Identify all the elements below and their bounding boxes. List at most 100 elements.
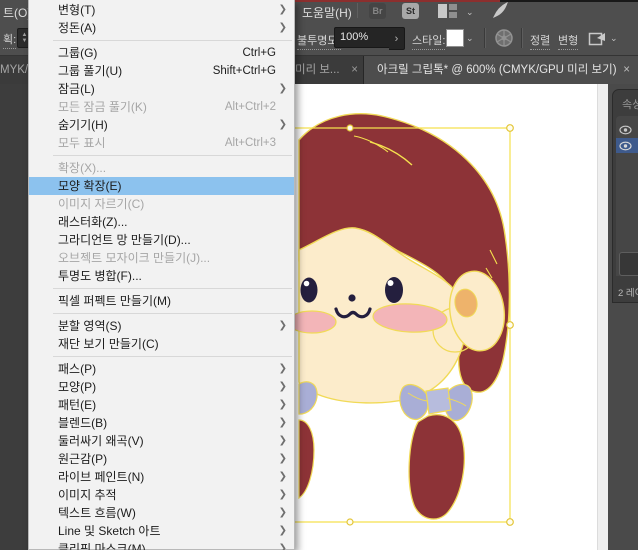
stock-icon[interactable]: St bbox=[402, 3, 419, 19]
eye-icon[interactable] bbox=[619, 141, 632, 151]
menu-item: 모두 표시 Alt+Ctrl+3 bbox=[29, 134, 294, 152]
menu-item-label: 모든 잠금 풀기(K) bbox=[58, 100, 147, 114]
artboard-chevron-icon[interactable]: ⌄ bbox=[610, 33, 618, 44]
menu-item: 확장(X)... bbox=[29, 159, 294, 177]
transform-label[interactable]: 변형 bbox=[558, 32, 578, 50]
workspace-layout-icon[interactable] bbox=[438, 4, 460, 18]
menu-item-label: 숨기기(H) bbox=[58, 118, 108, 132]
menu-item-shortcut: Shift+Ctrl+G bbox=[213, 62, 276, 80]
menu-item-label: 정돈(A) bbox=[58, 21, 96, 35]
menu-item-label: 그라디언트 망 만들기(D)... bbox=[58, 233, 191, 247]
align-label[interactable]: 정렬 bbox=[530, 32, 550, 50]
menu-item[interactable]: 투명도 병합(F)... bbox=[29, 267, 294, 285]
menu-item-label: 둘러싸기 왜곡(V) bbox=[58, 434, 144, 448]
menu-item-shortcut: Alt+Ctrl+3 bbox=[225, 134, 276, 152]
menu-item-label: 라이브 페인트(N) bbox=[58, 470, 144, 484]
menu-item-label: 클리핑 마스크(M) bbox=[58, 542, 146, 550]
menu-item-label: 픽셀 퍼펙트 만들기(M) bbox=[58, 294, 171, 308]
menu-item[interactable]: 정돈(A)❯ bbox=[29, 19, 294, 37]
eye-icon[interactable] bbox=[619, 125, 632, 135]
menu-item[interactable]: 패턴(E)❯ bbox=[29, 396, 294, 414]
menu-item[interactable]: 라이브 페인트(N)❯ bbox=[29, 468, 294, 486]
stroke-label[interactable]: 획: bbox=[3, 31, 16, 49]
document-tab-active[interactable]: 아크릴 그립톡* @ 600% (CMYK/GPU 미리 보기) × bbox=[364, 56, 638, 84]
menu-item-label: 이미지 추적 bbox=[58, 488, 117, 502]
menu-item-label: 모양(P) bbox=[58, 380, 96, 394]
submenu-arrow-icon: ❯ bbox=[279, 317, 287, 335]
menu-item-shortcut: Ctrl+G bbox=[242, 44, 276, 62]
tab-close-icon[interactable]: × bbox=[623, 56, 630, 84]
recolor-artwork-icon[interactable] bbox=[494, 28, 514, 53]
menu-item-label: 분할 영역(S) bbox=[58, 319, 122, 333]
menu-item[interactable]: Line 및 Sketch 아트❯ bbox=[29, 522, 294, 540]
menu-item[interactable]: 둘러싸기 왜곡(V) ❯ bbox=[29, 432, 294, 450]
menu-item-label: 그룹 풀기(U) bbox=[58, 64, 122, 78]
eye-right-glint bbox=[388, 280, 394, 286]
menu-item-label: 모두 표시 bbox=[58, 136, 106, 150]
bow-left-clipped[interactable] bbox=[299, 382, 317, 414]
nose[interactable] bbox=[348, 294, 355, 301]
tab-close-icon[interactable]: × bbox=[351, 56, 358, 84]
artboard-tool-icon[interactable] bbox=[588, 29, 608, 52]
pigtail-right[interactable] bbox=[409, 415, 464, 519]
eye-right[interactable] bbox=[385, 277, 403, 303]
menu-item[interactable]: 모양 확장(E) bbox=[29, 177, 294, 195]
menu-separator bbox=[53, 155, 292, 156]
menu-item[interactable]: 분할 영역(S) ❯ bbox=[29, 317, 294, 335]
layers-count-label: 2 레이어 bbox=[618, 285, 638, 299]
menu-item-label: 모양 확장(E) bbox=[58, 179, 122, 193]
submenu-arrow-icon: ❯ bbox=[279, 486, 287, 504]
layer-thumbnail[interactable] bbox=[619, 252, 638, 276]
menu-item[interactable]: 이미지 추적 ❯ bbox=[29, 486, 294, 504]
menu-item-label: 변형(T) bbox=[58, 3, 95, 17]
menu-item[interactable]: 패스(P)❯ bbox=[29, 360, 294, 378]
style-chevron-icon[interactable]: ⌄ bbox=[466, 33, 474, 44]
layer-row-selected[interactable] bbox=[616, 138, 638, 153]
rocket-icon[interactable] bbox=[492, 2, 509, 24]
cheek-left[interactable] bbox=[295, 311, 336, 333]
menu-item-shortcut: Alt+Ctrl+2 bbox=[225, 98, 276, 116]
document-tab-clipped-left[interactable]: MYK/G bbox=[0, 56, 28, 84]
menu-item[interactable]: 잠금(L) ❯ bbox=[29, 80, 294, 98]
menu-item[interactable]: 블렌드(B)❯ bbox=[29, 414, 294, 432]
menubar-item-help[interactable]: 도움말(H) bbox=[302, 4, 352, 21]
menu-item[interactable]: 재단 보기 만들기(C) bbox=[29, 335, 294, 353]
menu-item[interactable]: 숨기기(H) ❯ bbox=[29, 116, 294, 134]
style-swatch[interactable] bbox=[446, 29, 464, 47]
menu-item[interactable]: 픽셀 퍼펙트 만들기(M) bbox=[29, 292, 294, 310]
panel-tab-properties[interactable]: 속성 bbox=[622, 96, 638, 112]
menu-item[interactable]: 그룹 풀기(U) Shift+Ctrl+G bbox=[29, 62, 294, 80]
menu-item-label: 그룹(G) bbox=[58, 46, 97, 60]
menu-item[interactable]: 그룹(G) Ctrl+G bbox=[29, 44, 294, 62]
layer-row[interactable] bbox=[616, 122, 638, 137]
submenu-arrow-icon: ❯ bbox=[279, 80, 287, 98]
eye-left[interactable] bbox=[301, 278, 318, 303]
menu-item[interactable]: 모양(P)❯ bbox=[29, 378, 294, 396]
menu-item-label: 원근감(P) bbox=[58, 452, 107, 466]
right-panel-dock: 속성 2 레이어 bbox=[608, 84, 638, 550]
divider bbox=[484, 28, 486, 48]
menu-item-label: 확장(X)... bbox=[58, 161, 106, 175]
menu-item[interactable]: 클리핑 마스크(M)❯ bbox=[29, 540, 294, 550]
pigtail-left-clipped[interactable] bbox=[299, 420, 314, 498]
selected-artwork[interactable] bbox=[295, 84, 608, 550]
opacity-expand-button[interactable]: › bbox=[389, 27, 405, 50]
submenu-arrow-icon: ❯ bbox=[279, 360, 287, 378]
style-label[interactable]: 스타일: bbox=[412, 32, 445, 50]
workspace-chevron-icon[interactable]: ⌄ bbox=[466, 7, 474, 18]
document-tab-inactive[interactable]: 미리 보... × bbox=[295, 56, 364, 84]
submenu-arrow-icon: ❯ bbox=[279, 504, 287, 522]
opacity-input[interactable]: 100% bbox=[334, 27, 395, 48]
menu-item-label: Line 및 Sketch 아트 bbox=[58, 524, 161, 538]
menu-separator bbox=[53, 288, 292, 289]
bridge-icon[interactable]: Br bbox=[369, 3, 386, 19]
submenu-arrow-icon: ❯ bbox=[279, 116, 287, 134]
menu-item[interactable]: 원근감(P)❯ bbox=[29, 450, 294, 468]
menu-item-label: 잠금(L) bbox=[58, 82, 95, 96]
submenu-arrow-icon: ❯ bbox=[279, 414, 287, 432]
menu-item[interactable]: 그라디언트 망 만들기(D)... bbox=[29, 231, 294, 249]
submenu-arrow-icon: ❯ bbox=[279, 432, 287, 450]
menu-item[interactable]: 변형(T)❯ bbox=[29, 1, 294, 19]
menu-item[interactable]: 텍스트 흐름(W)❯ bbox=[29, 504, 294, 522]
menu-item[interactable]: 래스터화(Z)... bbox=[29, 213, 294, 231]
